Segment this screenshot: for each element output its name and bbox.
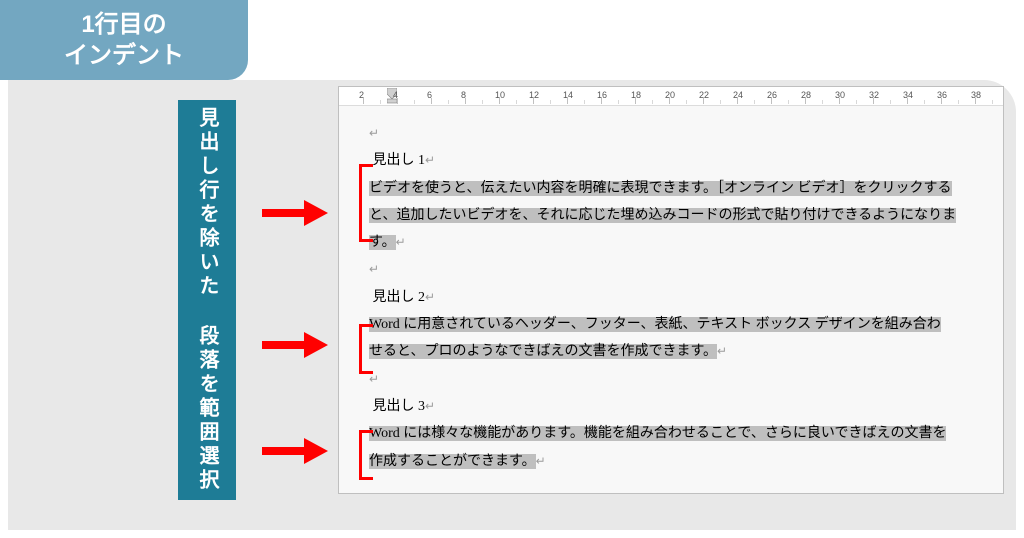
selected-text: せると、プロのようなできばえの文書を作成できます。 bbox=[369, 344, 717, 359]
title-line2: インデント bbox=[64, 42, 184, 69]
callout-line1: 見出し行を除いた bbox=[196, 107, 218, 299]
ruler-label: 16 bbox=[597, 90, 607, 100]
ruler-label: 22 bbox=[699, 90, 709, 100]
arrow-2 bbox=[262, 332, 332, 358]
return-mark: ↵ bbox=[425, 399, 435, 413]
ruler-label: 14 bbox=[563, 90, 573, 100]
return-mark: ↵ bbox=[536, 454, 546, 468]
arrow-3 bbox=[262, 438, 332, 464]
ruler-label: 26 bbox=[767, 90, 777, 100]
ruler-label: 38 bbox=[971, 90, 981, 100]
heading-line: 見出し 1↵ bbox=[369, 147, 995, 174]
ruler-label: 10 bbox=[495, 90, 505, 100]
ruler-label: 20 bbox=[665, 90, 675, 100]
ruler-label: 24 bbox=[733, 90, 743, 100]
body-line: せると、プロのようなできばえの文書を作成できます。↵ bbox=[369, 338, 995, 365]
ruler-label: 32 bbox=[869, 90, 879, 100]
blank-line: ↵ bbox=[369, 366, 995, 393]
selected-text: ビデオを使うと、伝えたい内容を明確に表現できます。［オンライン ビデオ］をクリッ… bbox=[369, 181, 952, 196]
body-line: Word に用意されているヘッダー、フッター、表紙、テキスト ボックス デザイン… bbox=[369, 311, 995, 338]
ruler-label: 34 bbox=[903, 90, 913, 100]
selected-text: Word には様々な機能があります。機能を組み合わせることで、さらに良いできばえ… bbox=[369, 426, 946, 441]
callout-box: 見出し行を除いた 段落を範囲選択 bbox=[178, 100, 236, 500]
body-line: ビデオを使うと、伝えたい内容を明確に表現できます。［オンライン ビデオ］をクリッ… bbox=[369, 175, 995, 202]
return-mark: ↵ bbox=[425, 153, 435, 167]
content-canvas: 見出し行を除いた 段落を範囲選択 24681012141618202224262… bbox=[8, 80, 1016, 530]
blank-line: ↵ bbox=[369, 256, 995, 283]
selected-text: と、追加したいビデオを、それに応じた埋め込みコードの形式で貼り付けできるようにな… bbox=[369, 208, 956, 223]
ruler-label: 12 bbox=[529, 90, 539, 100]
heading-line: 見出し 2↵ bbox=[369, 284, 995, 311]
ruler-label: 30 bbox=[835, 90, 845, 100]
callout-line2: 段落を範囲選択 bbox=[196, 325, 218, 493]
return-mark: ↵ bbox=[425, 290, 435, 304]
selected-text: す。 bbox=[369, 235, 396, 250]
body-line: Word には様々な機能があります。機能を組み合わせることで、さらに良いできばえ… bbox=[369, 420, 995, 447]
heading-line: 見出し 3↵ bbox=[369, 393, 995, 420]
title-tab: 1行目の インデント bbox=[0, 0, 248, 80]
ruler-label: 18 bbox=[631, 90, 641, 100]
arrow-1 bbox=[262, 200, 332, 226]
ruler-label: 28 bbox=[801, 90, 811, 100]
return-mark: ↵ bbox=[717, 344, 727, 358]
return-mark: ↵ bbox=[369, 372, 379, 386]
ruler: 2468101214161820222426283032343638 bbox=[339, 87, 1003, 106]
return-mark: ↵ bbox=[369, 126, 379, 140]
body-line: 作成することができます。↵ bbox=[369, 448, 995, 475]
body-line: と、追加したいビデオを、それに応じた埋め込みコードの形式で貼り付けできるようにな… bbox=[369, 202, 995, 229]
page-body[interactable]: ↵ 見出し 1↵ ビデオを使うと、伝えたい内容を明確に表現できます。［オンライン … bbox=[339, 106, 1003, 475]
body-line: す。↵ bbox=[369, 229, 995, 256]
blank-line: ↵ bbox=[369, 120, 995, 147]
word-document: 2468101214161820222426283032343638 ↵ 見出し… bbox=[338, 86, 1004, 494]
return-mark: ↵ bbox=[369, 262, 379, 276]
title-line1: 1行目の bbox=[81, 11, 166, 38]
selected-text: 作成することができます。 bbox=[369, 454, 536, 469]
ruler-label: 36 bbox=[937, 90, 947, 100]
selected-text: Word に用意されているヘッダー、フッター、表紙、テキスト ボックス デザイン… bbox=[369, 317, 941, 332]
return-mark: ↵ bbox=[396, 235, 406, 249]
